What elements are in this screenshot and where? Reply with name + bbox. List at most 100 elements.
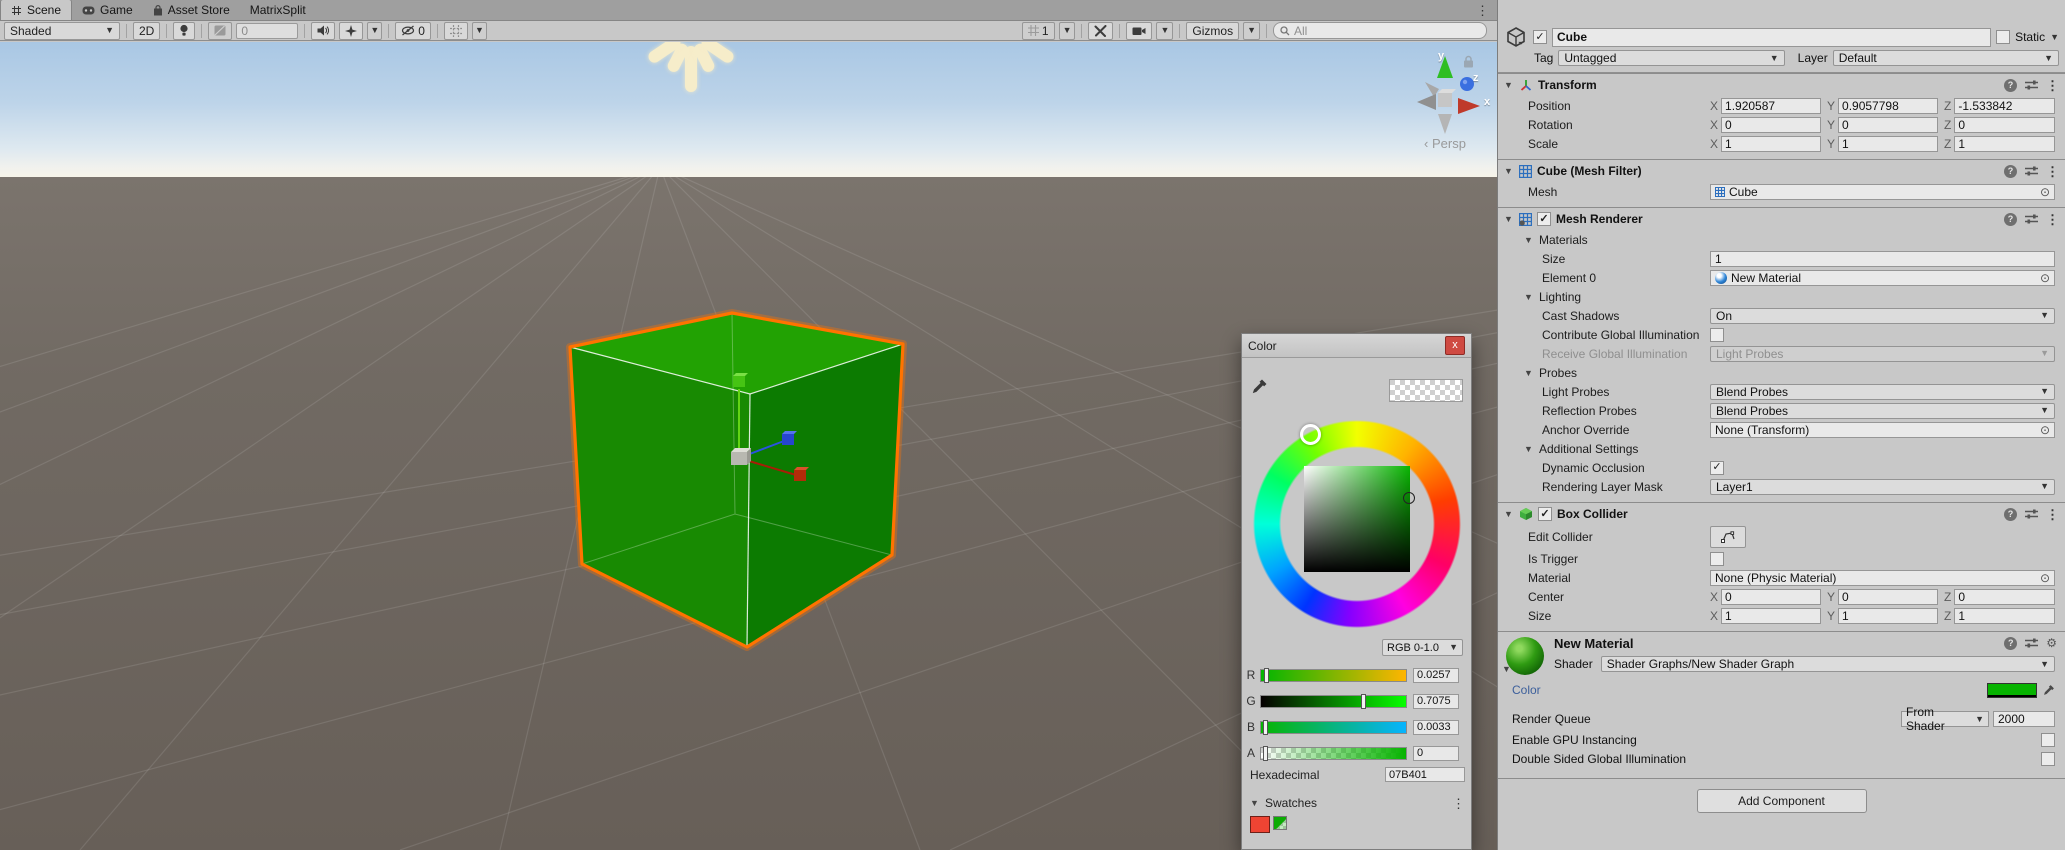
foldout-icon[interactable]: ▼ <box>1504 166 1514 176</box>
box-collider-enabled-checkbox[interactable]: ✓ <box>1538 507 1552 521</box>
g-slider-handle[interactable] <box>1361 694 1366 709</box>
mesh-filter-header[interactable]: ▼ Cube (Mesh Filter) ? ⋮ <box>1498 160 2065 182</box>
element0-object-field[interactable]: New Material ⊙ <box>1710 270 2055 286</box>
add-component-button[interactable]: Add Component <box>1697 789 1867 813</box>
active-checkbox[interactable]: ✓ <box>1533 30 1547 44</box>
color-mode-dropdown[interactable]: RGB 0-1.0 ▼ <box>1382 639 1463 656</box>
tab-game[interactable]: Game <box>72 0 143 20</box>
saturation-value-box[interactable] <box>1304 466 1410 572</box>
foldout-icon[interactable]: ▼ <box>1504 509 1514 519</box>
mesh-renderer-header[interactable]: ▼ ✓ Mesh Renderer ? ⋮ <box>1498 208 2065 230</box>
r-value-field[interactable]: 0.0257 <box>1413 668 1459 683</box>
contribute-gi-checkbox[interactable] <box>1710 328 1724 342</box>
exposure-button[interactable] <box>208 22 232 40</box>
render-queue-value-field[interactable]: 2000 <box>1993 711 2055 727</box>
presets-icon[interactable] <box>2025 637 2038 649</box>
scale-x-field[interactable]: 1 <box>1721 136 1821 152</box>
foldout-icon[interactable]: ▼ <box>1250 798 1260 808</box>
object-picker-icon[interactable]: ⊙ <box>2040 424 2050 436</box>
rotation-z-field[interactable]: 0 <box>1954 117 2055 133</box>
position-z-field[interactable]: -1.533842 <box>1954 98 2055 114</box>
hue-selector[interactable] <box>1300 424 1321 445</box>
perspective-toggle[interactable]: ‹ Persp <box>1408 136 1482 151</box>
orientation-gizmo[interactable] <box>1405 44 1495 144</box>
center-z-field[interactable]: 0 <box>1954 589 2055 605</box>
collider-size-y-field[interactable]: 1 <box>1838 608 1938 624</box>
more-icon[interactable]: ⋮ <box>2046 508 2059 521</box>
scale-z-field[interactable]: 1 <box>1954 136 2055 152</box>
eyedropper-button[interactable] <box>1250 378 1268 396</box>
tools-button[interactable] <box>1088 22 1113 40</box>
rotation-x-field[interactable]: 0 <box>1721 117 1821 133</box>
tab-matrixsplit[interactable]: MatrixSplit <box>240 0 316 20</box>
physic-material-field[interactable]: None (Physic Material) ⊙ <box>1710 570 2055 586</box>
gear-icon[interactable]: ⚙ <box>2046 636 2057 650</box>
rotation-y-field[interactable]: 0 <box>1838 117 1938 133</box>
exposure-value-field[interactable]: 0 <box>236 23 298 39</box>
r-slider[interactable] <box>1260 669 1407 682</box>
lighting-toggle-button[interactable] <box>173 22 195 40</box>
edit-collider-button[interactable] <box>1710 526 1746 548</box>
light-probes-dropdown[interactable]: Blend Probes ▼ <box>1710 384 2055 400</box>
help-icon[interactable]: ? <box>2004 165 2017 178</box>
2d-toggle-button[interactable]: 2D <box>133 22 160 40</box>
layer-dropdown[interactable]: Default ▼ <box>1833 50 2059 66</box>
a-slider-handle[interactable] <box>1263 746 1268 761</box>
presets-icon[interactable] <box>2025 79 2038 91</box>
grid-snap-dropdown[interactable]: ▼ <box>472 22 487 40</box>
g-slider[interactable] <box>1260 695 1407 708</box>
render-queue-mode-dropdown[interactable]: From Shader ▼ <box>1901 711 1989 727</box>
swatch-red[interactable] <box>1250 816 1270 833</box>
tab-scene[interactable]: Scene <box>0 0 72 20</box>
tab-asset-store[interactable]: Asset Store <box>143 0 240 20</box>
cast-shadows-dropdown[interactable]: On ▼ <box>1710 308 2055 324</box>
swatch-green[interactable] <box>1273 816 1287 830</box>
hidden-objects-button[interactable]: 0 <box>395 22 431 40</box>
collider-size-z-field[interactable]: 1 <box>1954 608 2055 624</box>
additional-settings-foldout[interactable]: ▼ Additional Settings <box>1498 439 2065 458</box>
presets-icon[interactable] <box>2025 508 2038 520</box>
audio-toggle-button[interactable] <box>311 22 335 40</box>
foldout-icon[interactable]: ▼ <box>1504 80 1514 90</box>
a-slider[interactable] <box>1260 747 1407 760</box>
lock-icon[interactable] <box>1463 55 1474 68</box>
material-color-swatch[interactable] <box>1987 683 2037 698</box>
help-icon[interactable]: ? <box>2004 637 2017 650</box>
position-y-field[interactable]: 0.9057798 <box>1838 98 1938 114</box>
more-icon[interactable]: ⋮ <box>2046 165 2059 178</box>
gizmo-z-label[interactable]: z <box>1473 72 1479 84</box>
reflection-probes-dropdown[interactable]: Blend Probes ▼ <box>1710 403 2055 419</box>
center-x-field[interactable]: 0 <box>1721 589 1821 605</box>
effects-dropdown[interactable]: ▼ <box>367 22 382 40</box>
presets-icon[interactable] <box>2025 213 2038 225</box>
scene-search-input[interactable]: All <box>1273 22 1487 39</box>
grid-dropdown[interactable]: ▼ <box>1059 22 1076 40</box>
more-icon[interactable]: ⋮ <box>2046 213 2059 226</box>
more-icon[interactable]: ⋮ <box>2046 79 2059 92</box>
double-sided-gi-checkbox[interactable] <box>2041 752 2055 766</box>
lighting-foldout[interactable]: ▼ Lighting <box>1498 287 2065 306</box>
is-trigger-checkbox[interactable] <box>1710 552 1724 566</box>
close-button[interactable]: x <box>1445 336 1465 355</box>
eyedropper-icon[interactable] <box>2042 684 2055 697</box>
effects-toggle-button[interactable] <box>339 22 363 40</box>
r-slider-handle[interactable] <box>1264 668 1269 683</box>
help-icon[interactable]: ? <box>2004 213 2017 226</box>
hex-field[interactable]: 07B401 <box>1385 767 1465 782</box>
swatches-more-icon[interactable]: ⋮ <box>1452 797 1465 810</box>
materials-foldout[interactable]: ▼ Materials <box>1498 230 2065 249</box>
gameobject-name-field[interactable]: Cube <box>1552 28 1991 47</box>
camera-dropdown[interactable]: ▼ <box>1156 22 1173 40</box>
gizmos-dropdown[interactable]: Gizmos <box>1186 22 1239 40</box>
grid-snap-button[interactable] <box>444 22 468 40</box>
b-slider[interactable] <box>1260 721 1407 734</box>
tag-dropdown[interactable]: Untagged ▼ <box>1558 50 1784 66</box>
rendering-layer-mask-dropdown[interactable]: Layer1 ▼ <box>1710 479 2055 495</box>
presets-icon[interactable] <box>2025 165 2038 177</box>
a-value-field[interactable]: 0 <box>1413 746 1459 761</box>
foldout-icon[interactable]: ▼ <box>1504 214 1514 224</box>
b-slider-handle[interactable] <box>1263 720 1268 735</box>
gizmo-y-label[interactable]: y <box>1438 50 1444 62</box>
g-value-field[interactable]: 0.7075 <box>1413 694 1459 709</box>
scene-tab-more-icon[interactable]: ⋮ <box>1476 4 1489 17</box>
